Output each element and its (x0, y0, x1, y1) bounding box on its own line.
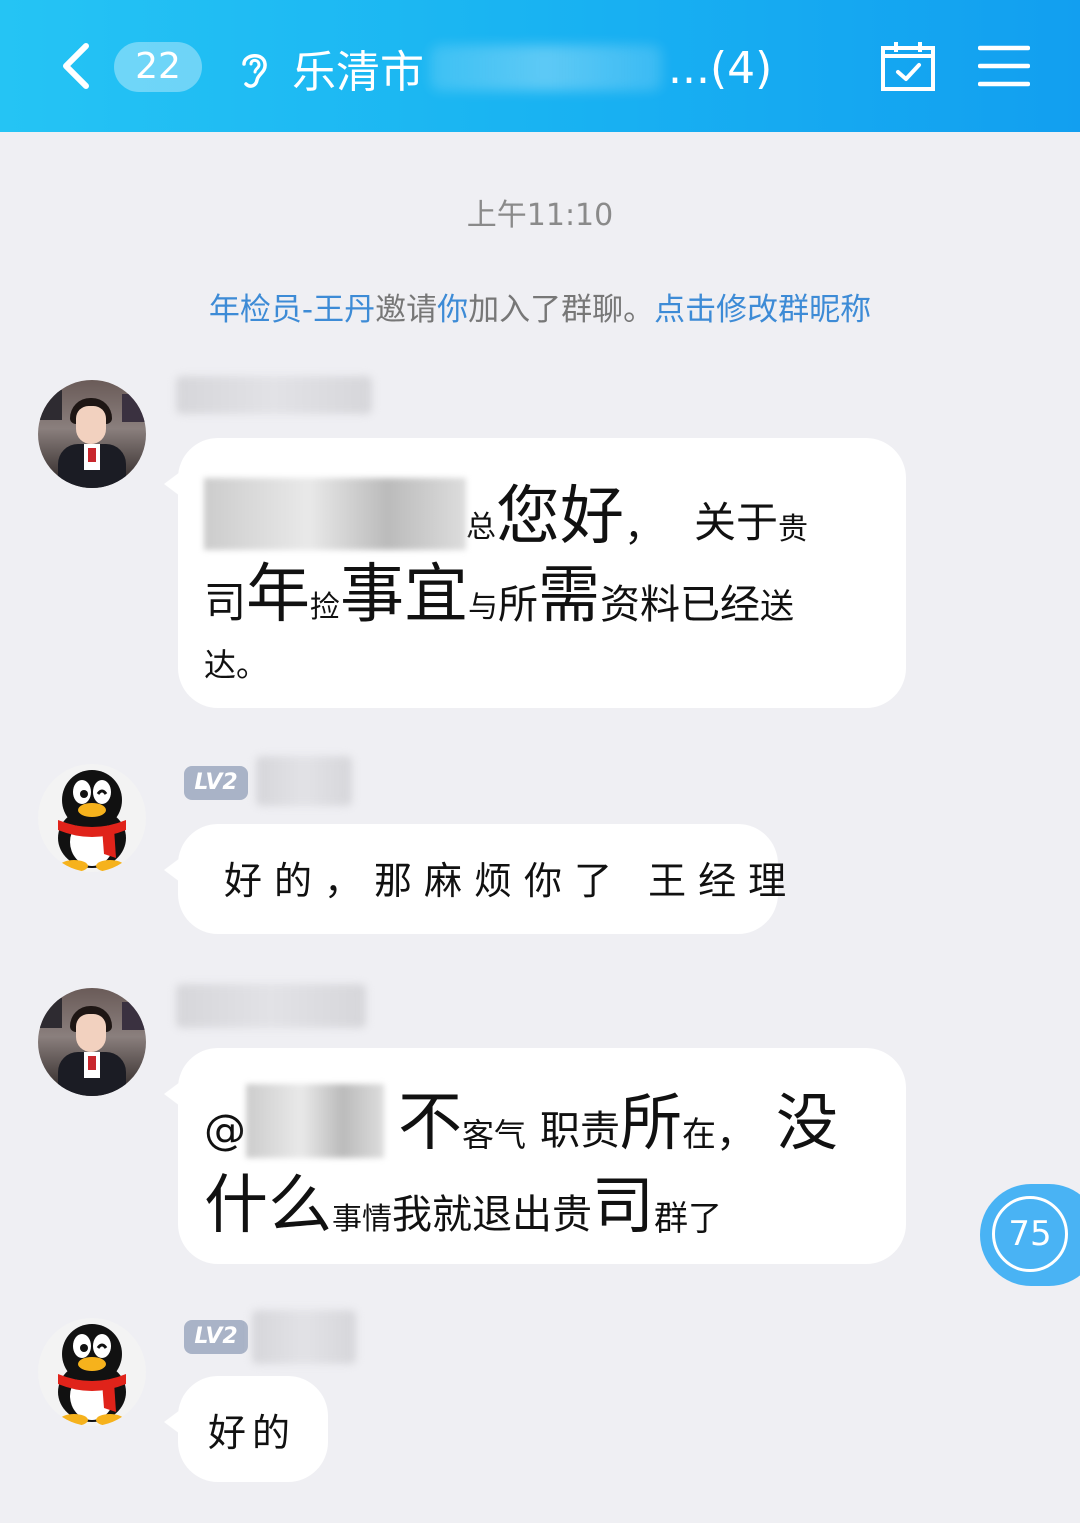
message-line: 司 年 捡 事宜 与 所 需 资料已经 送 (204, 558, 795, 632)
chat-title[interactable]: 乐清市 ...(4) (292, 38, 773, 99)
system-text-invite: 邀请 (375, 292, 438, 328)
redacted-name (204, 478, 466, 550)
unread-count-badge[interactable]: 22 (114, 42, 202, 92)
system-text-joined: 加入了群聊。 (468, 292, 655, 328)
chat-header: 22 乐清市 ...(4) (0, 0, 1080, 132)
message-line: 达。 (204, 646, 269, 684)
message-text: 好的 (208, 1411, 297, 1455)
redacted-sender-name (256, 756, 352, 806)
message-line: 总 您好 ， 关于 贵 (204, 472, 808, 552)
message-bubble[interactable]: 总 您好 ， 关于 贵 司 年 捡 事宜 与 所 需 资料已经 送 达。 (164, 438, 906, 708)
avatar[interactable] (38, 988, 146, 1096)
message-line: 什么 事情 我就退出贵 司 群了 (204, 1169, 723, 1243)
message-bubble[interactable]: @ 不 客气 职责 所 在 ， 没 什么 事情 我就退出贵 司 群了 (164, 1048, 906, 1264)
level-badge: LV2 (184, 766, 248, 800)
unread-floating-button[interactable]: 75 (980, 1184, 1080, 1286)
message-text: 好的，那麻烦你了 王经理 (224, 859, 799, 903)
chat-title-prefix: 乐清市 (292, 47, 424, 98)
redacted-sender-name (252, 1310, 356, 1364)
message-timestamp: 上午11:10 (466, 198, 614, 233)
chat-title-suffix: ...(4) (668, 42, 773, 94)
message-bubble[interactable]: 好的，那麻烦你了 王经理 (164, 824, 786, 934)
penguin-avatar-icon[interactable] (38, 764, 146, 872)
edit-nickname-link[interactable]: 点击修改群昵称 (654, 292, 871, 328)
redacted-name (246, 1084, 384, 1158)
system-message: 年检员-王丹邀请你加入了群聊。点击修改群昵称 (0, 284, 1080, 329)
menu-icon[interactable] (978, 44, 1030, 88)
calendar-check-icon[interactable] (880, 40, 936, 92)
level-badge: LV2 (184, 1320, 248, 1354)
ear-icon[interactable] (236, 48, 272, 92)
redacted-group-name (430, 45, 662, 91)
avatar[interactable] (38, 380, 146, 488)
penguin-avatar-icon[interactable] (38, 1318, 146, 1426)
message-bubble[interactable]: 好的 (164, 1376, 328, 1482)
inviter-link[interactable]: 年检员-王丹 (209, 292, 375, 328)
you-link[interactable]: 你 (437, 292, 468, 328)
unread-floating-count: 75 (992, 1196, 1068, 1272)
message-line: @ 不 客气 职责 所 在 ， 没 (204, 1084, 839, 1160)
back-chevron-icon[interactable] (56, 40, 96, 92)
redacted-sender-name (176, 984, 366, 1028)
redacted-sender-name (176, 376, 372, 414)
